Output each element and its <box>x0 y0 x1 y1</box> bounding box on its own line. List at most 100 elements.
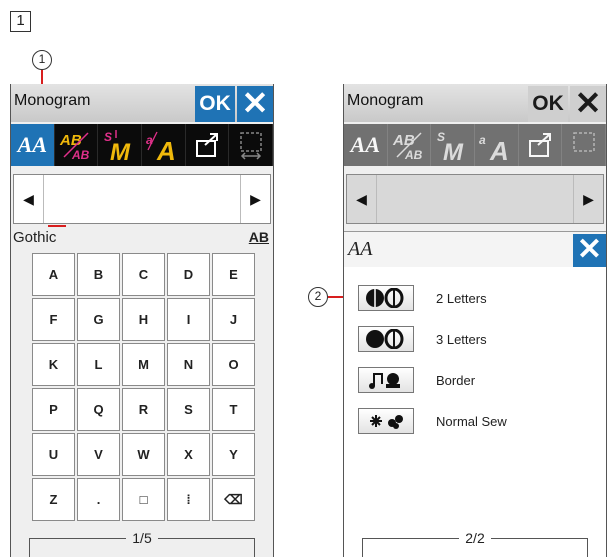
two-letter-monogram-icon <box>366 288 404 308</box>
letter-key[interactable]: F <box>32 298 75 341</box>
page-indicator: 2/2 <box>362 530 588 557</box>
letter-key[interactable]: A <box>32 253 75 296</box>
normal-sew-button[interactable] <box>358 408 414 434</box>
cursor-left-button[interactable]: ◀ <box>14 175 44 223</box>
svg-text:M: M <box>110 139 131 162</box>
letter-key[interactable]: D <box>167 253 210 296</box>
monogram-screen-left: Monogram OK ✕ AA AB AB S M a A ◀ ▶ Gothi… <box>10 84 274 557</box>
export-icon <box>529 133 552 157</box>
svg-text:AB: AB <box>59 132 82 149</box>
letter-spacing-button[interactable]: SM <box>431 124 476 166</box>
select-area-button[interactable] <box>229 124 273 166</box>
letter-key[interactable]: □ <box>122 478 165 521</box>
border-icon <box>369 373 400 389</box>
letter-key[interactable]: W <box>122 433 165 476</box>
letter-key[interactable]: Y <box>212 433 255 476</box>
letter-size-select-button[interactable]: a A <box>142 124 186 166</box>
export-button[interactable] <box>519 124 563 166</box>
two-letter-monogram-button[interactable] <box>358 285 414 311</box>
svg-text:a: a <box>146 133 153 147</box>
select-area-icon <box>239 132 262 160</box>
option-label: 3 Letters <box>436 332 487 347</box>
letter-spacing-button[interactable]: S M <box>98 124 143 166</box>
arrow-right-icon: ▶ <box>250 191 261 207</box>
font-style-button[interactable]: AA <box>11 124 55 166</box>
letter-key[interactable]: V <box>77 433 120 476</box>
letter-key[interactable]: ⁞ <box>167 478 210 521</box>
screen-title: Monogram <box>347 92 424 109</box>
page-indicator: 1/5 <box>29 530 255 557</box>
export-icon <box>196 133 219 157</box>
svg-text:AB: AB <box>71 148 90 161</box>
letter-size-icon: ABAB <box>392 132 423 161</box>
letter-key[interactable]: E <box>212 253 255 296</box>
letter-size-button[interactable]: AB AB <box>388 124 432 166</box>
letter-key[interactable]: T <box>212 388 255 431</box>
monogram-toolbar: AA AB AB SM aA <box>344 124 606 166</box>
border-button[interactable] <box>358 367 414 393</box>
svg-text:A: A <box>156 136 176 162</box>
letter-key[interactable]: N <box>167 343 210 386</box>
svg-text:AB: AB <box>404 148 423 161</box>
page-indicator-text: 1/5 <box>126 530 158 546</box>
case-toggle-button[interactable]: AB <box>249 229 269 245</box>
letter-keyboard: A B C D E F G H I J K L M N O P Q R S T U V W X Y Z. □ ⁞ ⌫ <box>31 252 256 522</box>
letter-height-icon: SM <box>437 130 464 162</box>
option-label: Normal Sew <box>436 414 507 429</box>
svg-text:A: A <box>489 136 509 162</box>
letter-key[interactable]: R <box>122 388 165 431</box>
ok-button[interactable]: OK <box>195 86 235 122</box>
text-cursor <box>48 225 66 227</box>
letter-height-icon: S M <box>104 130 131 162</box>
letter-key[interactable]: O <box>212 343 255 386</box>
letter-key[interactable]: P <box>32 388 75 431</box>
submenu-close-button[interactable]: ✕ <box>573 234 606 267</box>
font-style-icon: AA <box>348 238 373 260</box>
arrow-left-icon: ◀ <box>23 191 34 207</box>
backspace-key[interactable]: ⌫ <box>212 478 255 521</box>
letter-key[interactable]: J <box>212 298 255 341</box>
svg-text:M: M <box>443 139 464 162</box>
letter-key[interactable]: U <box>32 433 75 476</box>
font-style-button[interactable]: AA <box>344 124 388 166</box>
three-letter-monogram-button[interactable] <box>358 326 414 352</box>
arrow-left-icon: ◀ <box>356 191 367 207</box>
font-style-icon: AA <box>17 132 48 157</box>
small-large-letter-icon: aA <box>479 133 509 162</box>
normal-sew-icon <box>370 415 403 429</box>
screen-title: Monogram <box>14 92 91 109</box>
letter-key[interactable]: B <box>77 253 120 296</box>
font-name: Gothic <box>13 229 57 246</box>
cursor-right-button[interactable]: ▶ <box>240 175 270 223</box>
letter-key[interactable]: I <box>167 298 210 341</box>
callout-2: 2 <box>308 287 328 307</box>
cursor-left-button[interactable]: ◀ <box>347 175 377 223</box>
text-input-row[interactable]: ◀ ▶ <box>13 174 271 227</box>
letter-size-button[interactable]: AB AB <box>55 124 99 166</box>
text-input-row[interactable]: ◀ ▶ <box>346 174 604 224</box>
letter-key[interactable]: H <box>122 298 165 341</box>
letter-key[interactable]: M <box>122 343 165 386</box>
small-large-letter-icon: a A <box>146 131 176 162</box>
close-button[interactable]: ✕ <box>570 86 606 122</box>
letter-key[interactable]: K <box>32 343 75 386</box>
cursor-right-button[interactable]: ▶ <box>573 175 603 223</box>
select-area-button[interactable] <box>562 124 606 166</box>
letter-key[interactable]: Z <box>32 478 75 521</box>
title-bar: Monogram OK ✕ <box>11 84 273 122</box>
ok-button[interactable]: OK <box>528 86 568 122</box>
step-number-box: 1 <box>10 11 31 32</box>
page-indicator-text: 2/2 <box>459 530 491 546</box>
letter-key[interactable]: C <box>122 253 165 296</box>
letter-key[interactable]: S <box>167 388 210 431</box>
letter-key[interactable]: L <box>77 343 120 386</box>
monogram-type-submenu-header: AA ✕ <box>344 231 606 267</box>
letter-key[interactable]: Q <box>77 388 120 431</box>
letter-key[interactable]: . <box>77 478 120 521</box>
export-button[interactable] <box>186 124 230 166</box>
monogram-type-list: 2 Letters 3 Letters Border Normal Sew <box>344 267 606 557</box>
letter-key[interactable]: G <box>77 298 120 341</box>
letter-size-select-button[interactable]: aA <box>475 124 519 166</box>
close-button[interactable]: ✕ <box>237 86 273 122</box>
letter-key[interactable]: X <box>167 433 210 476</box>
